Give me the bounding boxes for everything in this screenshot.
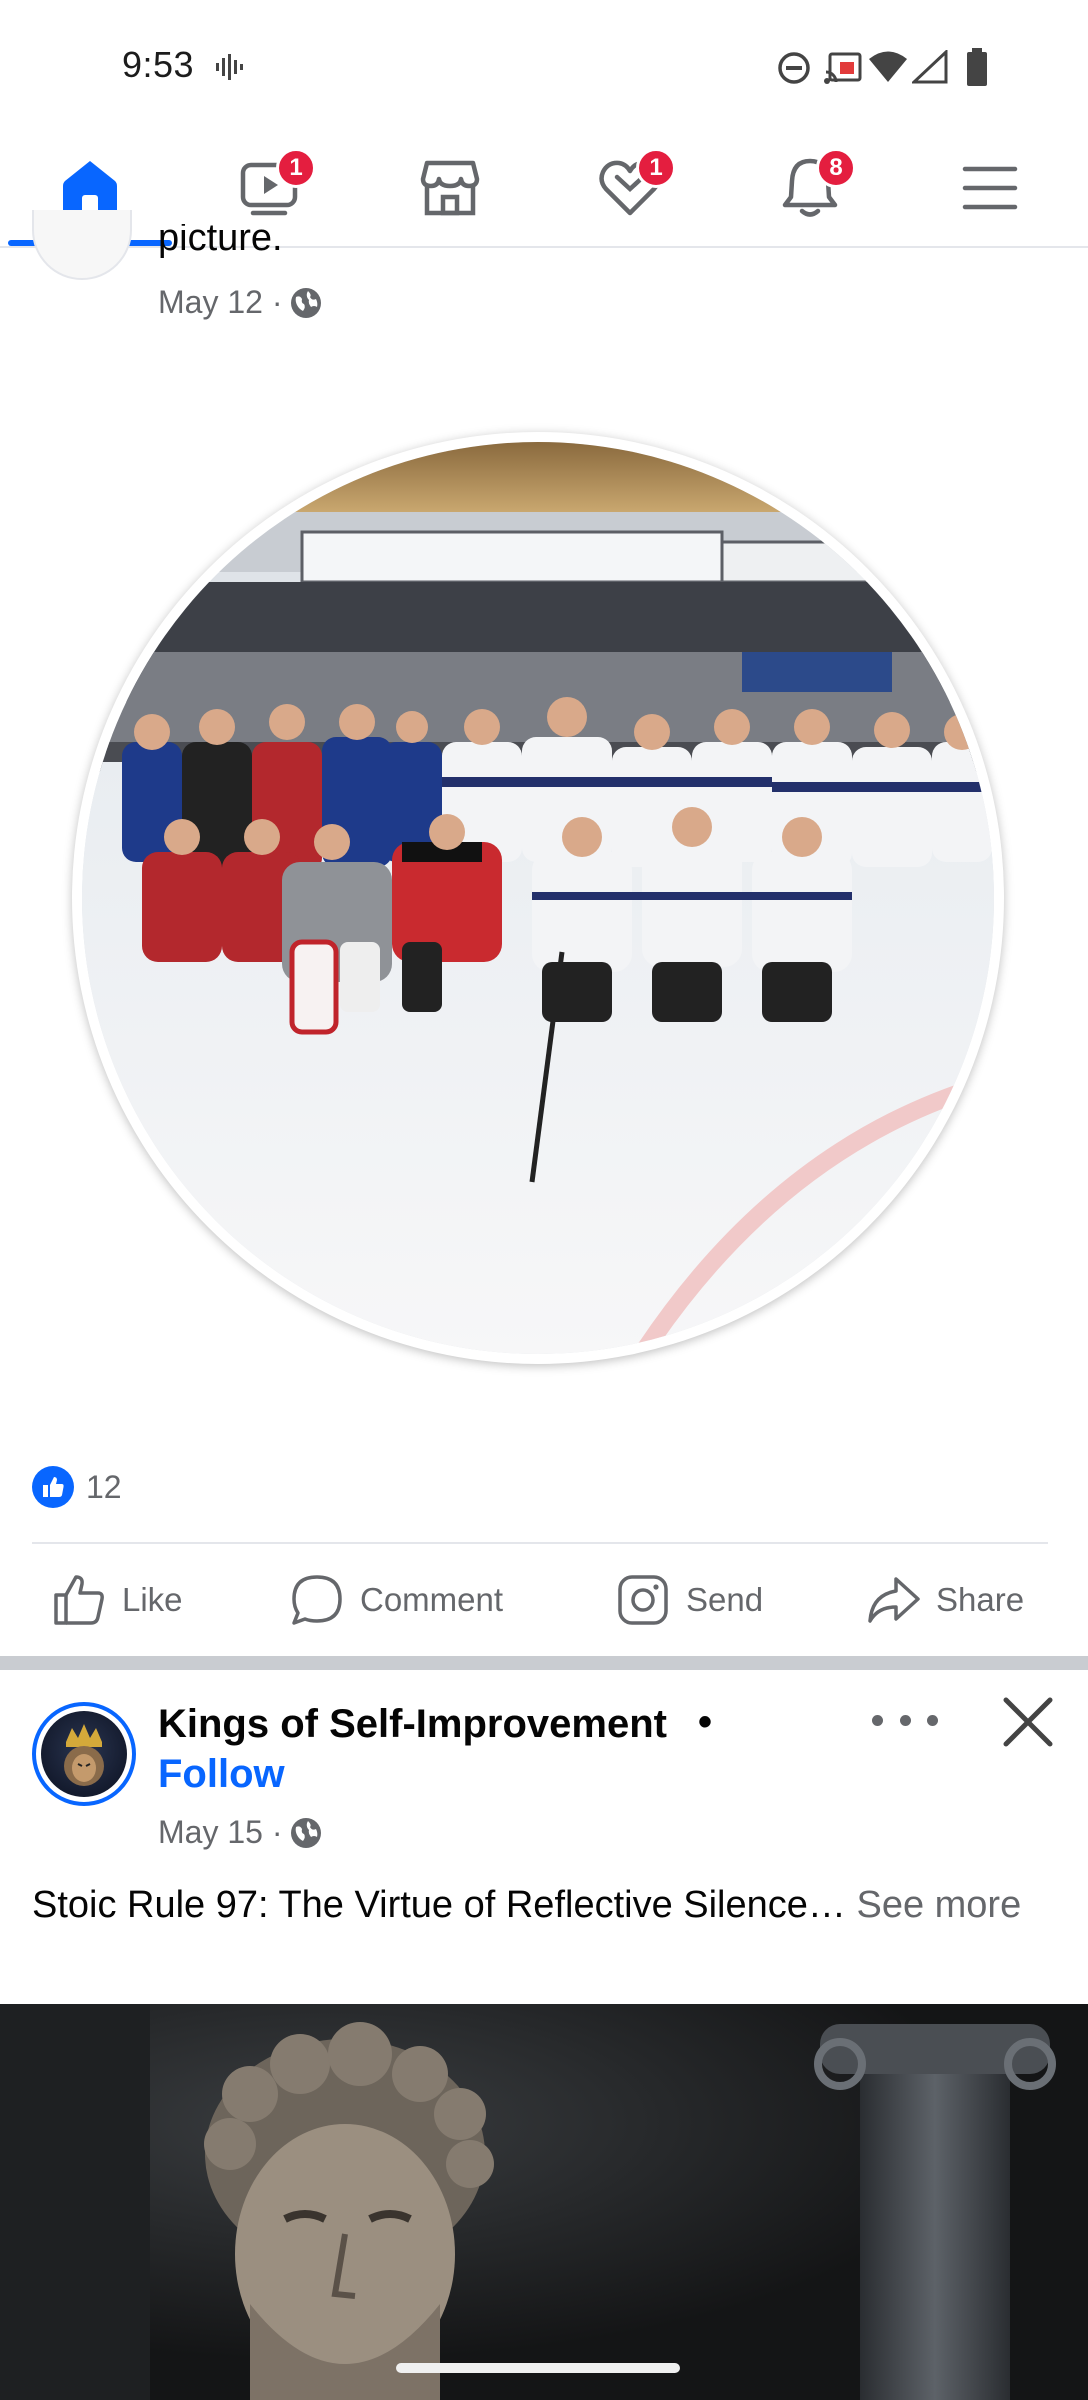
king-lion-logo [41,1711,127,1797]
tab-notifications[interactable]: 8 [720,130,900,246]
post-profile-photo[interactable] [72,432,1004,1364]
like-button[interactable]: Like [52,1560,183,1640]
post-meta: May 12 · [158,284,322,321]
post-meta: May 15 · [158,1814,322,1851]
video-badge: 1 [276,148,316,188]
more-dot [872,1714,883,1726]
reaction-count: 12 [86,1468,122,1505]
like-reaction-icon [32,1466,74,1508]
status-bar: 9:53 [0,0,1088,130]
team-photo-illustration [82,442,994,1354]
comment-icon [292,1575,342,1625]
feed-separator [0,1656,1088,1670]
cast-icon [824,52,862,84]
stoic-statue-illustration [0,2004,1088,2400]
page-avatar[interactable] [32,1702,136,1806]
see-more-link[interactable]: See more [856,1884,1021,1926]
post-action-bar: Like Comment Send Share [0,1560,1088,1640]
hockey-team-photo [82,442,994,1354]
reaction-summary[interactable]: 12 [32,1466,122,1508]
more-dot [927,1714,938,1726]
thumbs-up-icon [54,1575,104,1625]
like-label: Like [122,1581,183,1618]
send-button[interactable]: Send [616,1560,763,1640]
cell-signal-icon [912,50,948,84]
post-text: Stoic Rule 97: The Virtue of Reflective … [32,1878,1052,1932]
do-not-disturb-icon [778,52,810,84]
battery-icon [967,48,987,86]
comment-label: Comment [360,1581,504,1618]
share-button[interactable]: Share [866,1560,1024,1640]
post-image[interactable] [0,2004,1088,2400]
tab-menu[interactable] [900,130,1080,246]
tab-marketplace[interactable] [360,130,540,246]
tab-dating[interactable]: 1 [540,130,720,246]
dating-badge: 1 [636,148,676,188]
globe-icon [291,287,322,318]
more-options-button[interactable] [872,1700,938,1740]
comment-button[interactable]: Comment [290,1560,503,1640]
post-date[interactable]: May 15 · [158,1814,282,1851]
wifi-icon [869,51,907,82]
notifications-badge: 8 [816,148,856,188]
instagram-send-icon [618,1575,668,1625]
voice-activity-icon [216,54,243,80]
post-caption-tail: picture. [158,224,283,259]
follow-button[interactable]: Follow [158,1752,285,1797]
globe-icon [291,1817,322,1848]
name-separator: • [698,1700,713,1744]
share-label: Share [936,1581,1025,1618]
home-indicator[interactable] [396,2363,680,2373]
share-arrow-icon [868,1577,920,1623]
post-author-avatar[interactable] [32,210,132,280]
status-time: 9:53 [122,44,195,85]
page-name[interactable]: Kings of Self-Improvement [158,1702,667,1747]
more-dot [899,1714,911,1726]
menu-icon [962,166,1018,210]
post-date[interactable]: May 12 · [158,284,282,321]
send-label: Send [686,1581,764,1618]
marketplace-icon [420,160,480,216]
close-icon[interactable] [998,1696,1058,1748]
post-text-body: Stoic Rule 97: The Virtue of Reflective … [32,1884,846,1926]
divider [32,1542,1048,1544]
